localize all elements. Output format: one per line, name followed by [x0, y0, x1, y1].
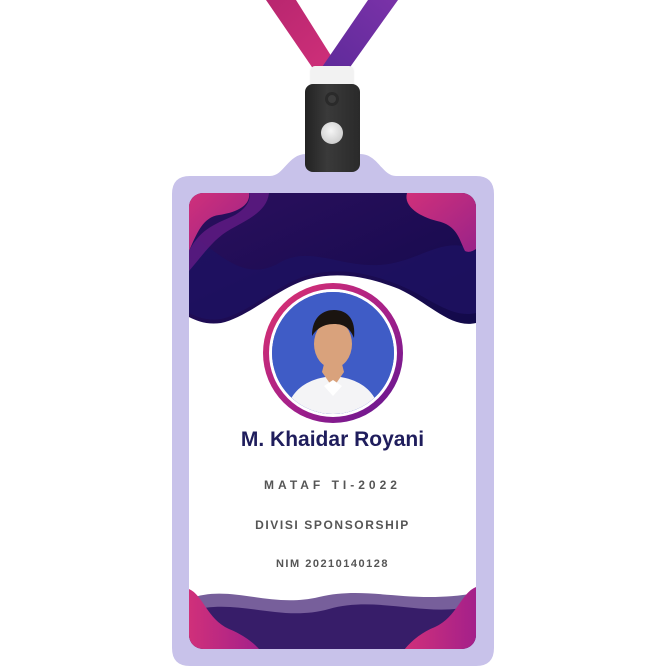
- holder-division: DIVISI SPONSORSHIP: [255, 518, 410, 532]
- clip-rivet: [325, 92, 339, 106]
- profile-photo-frame: [263, 283, 403, 423]
- profile-photo-border: [269, 289, 397, 417]
- holder-class: MATAF TI-2022: [264, 478, 401, 492]
- person-portrait-icon: [272, 292, 394, 414]
- profile-photo: [272, 292, 394, 414]
- holder-name: M. Khaidar Royani: [240, 428, 425, 451]
- clip-button: [321, 122, 343, 144]
- holder-nim: NIM 20210140128: [275, 558, 389, 570]
- card-footer-waves: [189, 587, 476, 649]
